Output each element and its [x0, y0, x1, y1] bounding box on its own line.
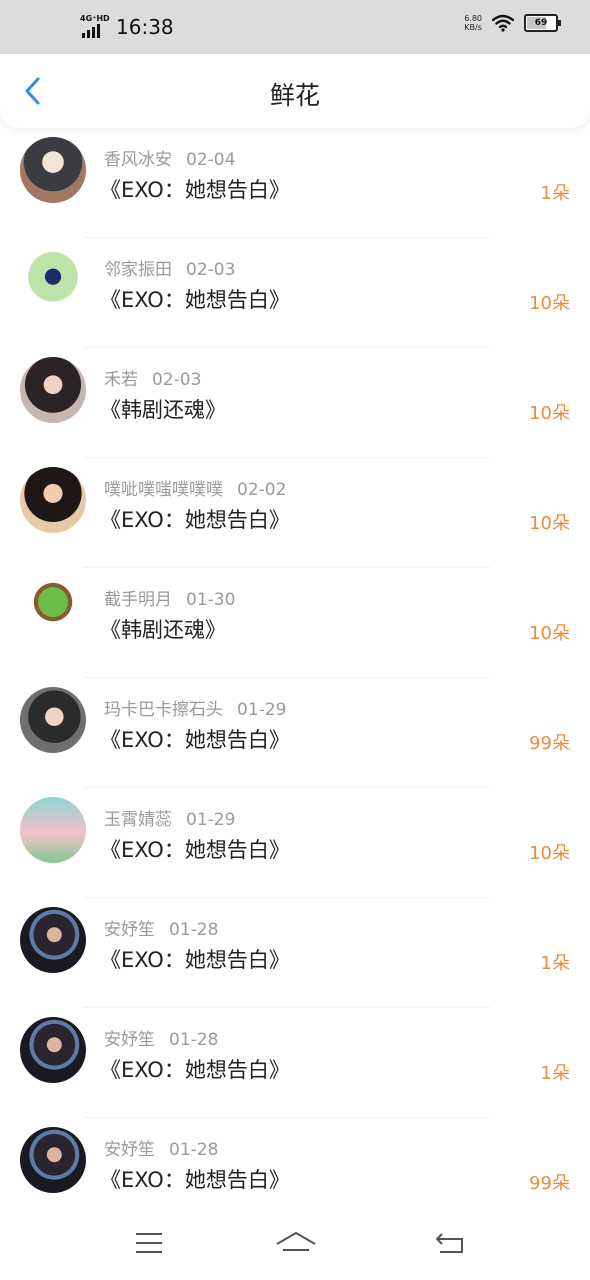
status-bar: 4G⁺HD 16:38 6.80 KB/s 69: [0, 0, 590, 54]
nav-bar: 鲜花: [0, 54, 590, 128]
book-title[interactable]: 《韩剧还魂》: [100, 614, 226, 644]
sender-name: 玉霄婧蕊: [104, 810, 172, 830]
flower-count: 10朵: [529, 843, 570, 864]
signal-icon: 4G⁺HD: [80, 14, 110, 40]
gift-date: 01-29: [186, 810, 236, 830]
gift-date: 02-04: [186, 150, 236, 170]
avatar[interactable]: [20, 797, 86, 863]
status-right: 6.80 KB/s 69: [464, 14, 561, 32]
sender-name: 噗呲噗嗤噗噗噗: [104, 480, 223, 500]
avatar[interactable]: [20, 247, 86, 313]
list-item[interactable]: 安妤笙 01-28 《EXO：她想告白》 1朵: [0, 1008, 590, 1118]
book-title[interactable]: 《EXO：她想告白》: [100, 944, 290, 974]
gift-date: 02-02: [237, 480, 287, 500]
back-arrow-icon: [436, 1233, 463, 1253]
sender-meta: 截手明月 01-30: [104, 585, 235, 610]
list-item[interactable]: 玛卡巴卡擦石头 01-29 《EXO：她想告白》 99朵: [0, 678, 590, 788]
avatar[interactable]: [20, 1017, 86, 1083]
page-title: 鲜花: [269, 81, 320, 110]
flower-list: 香风冰安 02-04 《EXO：她想告白》 1朵 邻家振田 02-03 《EXO：她…: [0, 128, 590, 1228]
flower-count: 10朵: [529, 623, 570, 644]
flower-count: 99朵: [529, 733, 570, 754]
list-item[interactable]: 玉霄婧蕊 01-29 《EXO：她想告白》 10朵: [0, 788, 590, 898]
gift-date: 02-03: [152, 370, 202, 390]
sender-meta: 安妤笙 01-28: [104, 1025, 218, 1050]
book-title[interactable]: 《EXO：她想告白》: [100, 174, 290, 204]
book-title[interactable]: 《EXO：她想告白》: [100, 284, 290, 314]
flower-count: 10朵: [529, 403, 570, 424]
gift-date: 01-28: [169, 920, 219, 940]
sender-meta: 安妤笙 01-28: [104, 1135, 218, 1160]
home-icon: [276, 1232, 316, 1251]
list-item[interactable]: 禾若 02-03 《韩剧还魂》 10朵: [0, 348, 590, 458]
flower-count: 10朵: [529, 513, 570, 534]
network-type: 4G⁺HD: [80, 14, 110, 23]
avatar[interactable]: [20, 467, 86, 533]
avatar[interactable]: [20, 137, 86, 203]
sender-name: 安妤笙: [104, 920, 155, 940]
book-title[interactable]: 《韩剧还魂》: [100, 394, 226, 424]
list-item[interactable]: 邻家振田 02-03 《EXO：她想告白》 10朵: [0, 238, 590, 348]
sender-meta: 玛卡巴卡擦石头 01-29: [104, 695, 286, 720]
gift-date: 01-30: [186, 590, 236, 610]
sender-meta: 邻家振田 02-03: [104, 255, 235, 280]
battery-level: 69: [534, 18, 548, 28]
book-title[interactable]: 《EXO：她想告白》: [100, 724, 290, 754]
menu-icon: [136, 1233, 162, 1253]
book-title[interactable]: 《EXO：她想告白》: [100, 504, 290, 534]
sender-meta: 禾若 02-03: [104, 365, 201, 390]
avatar[interactable]: [20, 357, 86, 423]
list-item[interactable]: 噗呲噗嗤噗噗噗 02-02 《EXO：她想告白》 10朵: [0, 458, 590, 568]
sender-name: 香风冰安: [104, 150, 172, 170]
list-item[interactable]: 截手明月 01-30 《韩剧还魂》 10朵: [0, 568, 590, 678]
avatar[interactable]: [20, 1127, 86, 1193]
gift-date: 01-29: [237, 700, 287, 720]
wifi-icon: [492, 14, 514, 32]
sender-name: 邻家振田: [104, 260, 172, 280]
clock: 16:38: [116, 15, 174, 39]
status-left: 4G⁺HD 16:38: [80, 14, 174, 40]
book-title[interactable]: 《EXO：她想告白》: [100, 1164, 290, 1194]
avatar[interactable]: [20, 687, 86, 753]
menu-button[interactable]: [134, 1230, 164, 1260]
flower-count: 99朵: [529, 1173, 570, 1194]
system-nav-bar: [0, 1210, 590, 1280]
flower-count: 1朵: [540, 1063, 570, 1084]
gift-date: 01-28: [169, 1140, 219, 1160]
sender-name: 截手明月: [104, 590, 172, 610]
battery-icon: 69: [524, 14, 561, 32]
avatar[interactable]: [20, 577, 86, 643]
avatar[interactable]: [20, 907, 86, 973]
sender-meta: 噗呲噗嗤噗噗噗 02-02: [104, 475, 286, 500]
sender-meta: 香风冰安 02-04: [104, 145, 235, 170]
gift-date: 01-28: [169, 1030, 219, 1050]
sender-meta: 安妤笙 01-28: [104, 915, 218, 940]
book-title[interactable]: 《EXO：她想告白》: [100, 1054, 290, 1084]
sender-name: 禾若: [104, 370, 138, 390]
flower-count: 10朵: [529, 293, 570, 314]
sender-name: 玛卡巴卡擦石头: [104, 700, 223, 720]
book-title[interactable]: 《EXO：她想告白》: [100, 834, 290, 864]
home-button[interactable]: [275, 1230, 317, 1262]
gift-date: 02-03: [186, 260, 236, 280]
flower-count: 1朵: [540, 183, 570, 204]
flower-count: 1朵: [540, 953, 570, 974]
sender-name: 安妤笙: [104, 1030, 155, 1050]
list-item[interactable]: 安妤笙 01-28 《EXO：她想告白》 1朵: [0, 898, 590, 1008]
back-nav-button[interactable]: [434, 1230, 466, 1260]
network-speed: 6.80 KB/s: [464, 14, 482, 32]
sender-meta: 玉霄婧蕊 01-29: [104, 805, 235, 830]
list-item[interactable]: 香风冰安 02-04 《EXO：她想告白》 1朵: [0, 128, 590, 238]
sender-name: 安妤笙: [104, 1140, 155, 1160]
